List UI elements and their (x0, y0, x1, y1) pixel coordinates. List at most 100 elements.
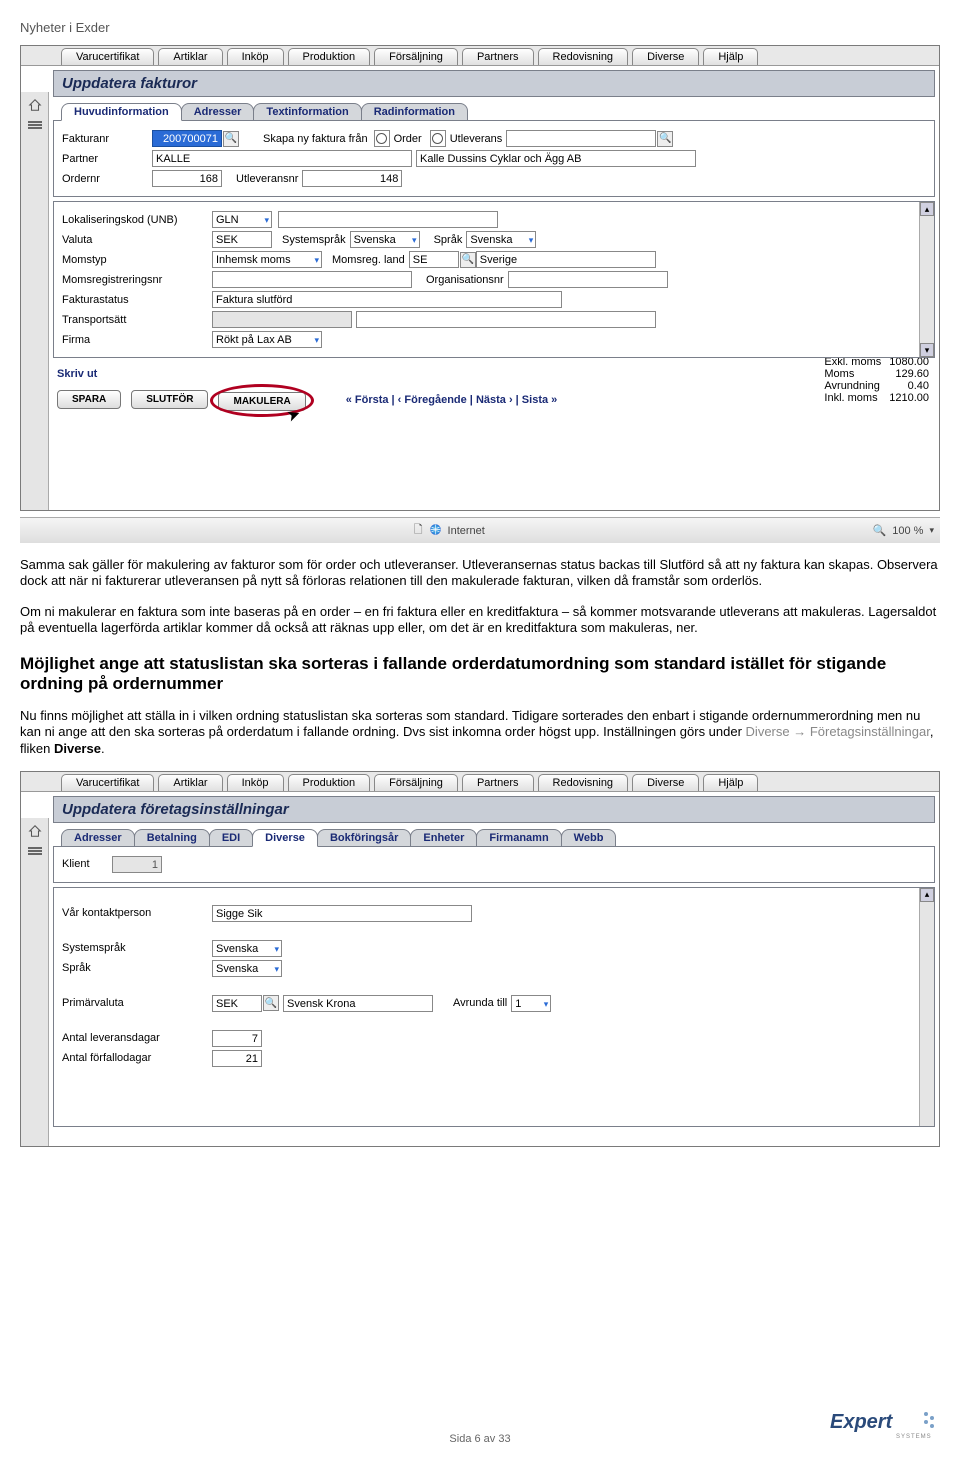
lokaliseringskod-input[interactable] (278, 211, 498, 228)
utleveransnr-input[interactable]: 148 (302, 170, 402, 187)
fakturanr-input[interactable]: 200700071 (152, 130, 222, 147)
menu-produktion[interactable]: Produktion (288, 774, 371, 791)
systemsprak-label: Systemspråk (282, 234, 346, 246)
menu-forsaljning[interactable]: Försäljning (374, 774, 458, 791)
primarvaluta-name: Svensk Krona (283, 995, 433, 1012)
systemsprak-select[interactable]: Svenska (350, 231, 420, 248)
lookup-icon[interactable]: 🔍 (460, 252, 476, 268)
forfallodagar-label: Antal förfallodagar (62, 1052, 212, 1064)
sprak-select[interactable]: Svenska (466, 231, 536, 248)
menu-inkop[interactable]: Inköp (227, 48, 284, 65)
menu-diverse[interactable]: Diverse (632, 48, 699, 65)
paragraph: Om ni makulerar en faktura som inte base… (20, 604, 940, 637)
order-radio[interactable] (374, 130, 390, 147)
momstyp-select[interactable]: Inhemsk moms (212, 251, 322, 268)
tab-enheter[interactable]: Enheter (410, 829, 477, 846)
partner-input[interactable]: KALLE (152, 150, 412, 167)
menu-varucertifikat[interactable]: Varucertifikat (61, 774, 154, 791)
spara-button[interactable]: SPARA (57, 390, 121, 409)
orgnr-input[interactable] (508, 271, 668, 288)
ordernr-label: Ordernr (62, 173, 152, 185)
scroll-up-icon[interactable]: ▴ (920, 888, 934, 902)
momsregnr-input[interactable] (212, 271, 412, 288)
list-icon[interactable] (28, 121, 42, 129)
settings-screenshot: Varucertifikat Artiklar Inköp Produktion… (20, 771, 940, 1147)
momsregland-label: Momsreg. land (332, 254, 405, 266)
menu-diverse[interactable]: Diverse (632, 774, 699, 791)
kontakt-input[interactable]: Sigge Sik (212, 905, 472, 922)
primarvaluta-label: Primärvaluta (62, 997, 212, 1009)
transportsatt-desc (356, 311, 656, 328)
tab-radinformation[interactable]: Radinformation (361, 103, 468, 120)
menu-inkop[interactable]: Inköp (227, 774, 284, 791)
lookup-icon[interactable]: 🔍 (263, 995, 279, 1011)
scroll-down-icon[interactable]: ▾ (920, 343, 934, 357)
firma-select[interactable]: Rökt på Lax AB (212, 331, 322, 348)
menu-hjalp[interactable]: Hjälp (703, 48, 758, 65)
tab-huvudinformation[interactable]: Huvudinformation (61, 103, 182, 121)
avrunda-select[interactable]: 1 (511, 995, 551, 1012)
leveransdagar-input[interactable]: 7 (212, 1030, 262, 1047)
menu-forsaljning[interactable]: Försäljning (374, 48, 458, 65)
tab-edi[interactable]: EDI (209, 829, 253, 846)
globe-icon (429, 523, 442, 539)
menu-hjalp[interactable]: Hjälp (703, 774, 758, 791)
tab-bokforingsar[interactable]: Bokföringsår (317, 829, 411, 846)
doc-heading: Nyheter i Exder (20, 20, 940, 35)
menu-varucertifikat[interactable]: Varucertifikat (61, 48, 154, 65)
home-icon[interactable] (28, 824, 42, 841)
record-nav[interactable]: « Första | ‹ Föregående | Nästa › | Sist… (346, 394, 558, 406)
utleverans-radio[interactable] (430, 130, 446, 147)
menu-produktion[interactable]: Produktion (288, 48, 371, 65)
paragraph: Samma sak gäller för makulering av faktu… (20, 557, 940, 590)
firma-label: Firma (62, 334, 212, 346)
makulera-button[interactable]: MAKULERA (218, 392, 305, 411)
security-icon: 🗋 (414, 521, 423, 540)
menu-artiklar[interactable]: Artiklar (158, 48, 222, 65)
lokaliseringskod-select[interactable]: GLN (212, 211, 272, 228)
tab-betalning[interactable]: Betalning (134, 829, 210, 846)
scrollbar[interactable]: ▴ (919, 888, 934, 1126)
section-title: Uppdatera fakturor (53, 70, 935, 97)
sprak-select[interactable]: Svenska (212, 960, 282, 977)
momsregland-input[interactable]: SE (409, 251, 459, 268)
ordernr-input[interactable]: 168 (152, 170, 222, 187)
section-heading: Möjlighet ange att statuslistan ska sort… (20, 654, 940, 694)
tab-diverse[interactable]: Diverse (252, 829, 318, 847)
tab-webb[interactable]: Webb (561, 829, 617, 846)
lookup-icon[interactable]: 🔍 (223, 131, 239, 147)
valuta-input[interactable]: SEK (212, 231, 272, 248)
transportsatt-input[interactable] (212, 311, 352, 328)
menubar: Varucertifikat Artiklar Inköp Produktion… (21, 46, 939, 66)
menu-partners[interactable]: Partners (462, 48, 534, 65)
left-toolbar (21, 92, 49, 510)
menu-redovisning[interactable]: Redovisning (538, 48, 629, 65)
systemsprak-select[interactable]: Svenska (212, 940, 282, 957)
menu-artiklar[interactable]: Artiklar (158, 774, 222, 791)
forfallodagar-input[interactable]: 21 (212, 1050, 262, 1067)
lokaliseringskod-label: Lokaliseringskod (UNB) (62, 214, 212, 226)
utleveransnr-label: Utleveransnr (236, 173, 298, 185)
skapa-input[interactable] (506, 130, 656, 147)
slutfor-button[interactable]: SLUTFÖR (131, 390, 208, 409)
menu-partners[interactable]: Partners (462, 774, 534, 791)
orgnr-label: Organisationsnr (426, 274, 504, 286)
fakturastatus-input: Faktura slutförd (212, 291, 562, 308)
list-icon[interactable] (28, 847, 42, 855)
lookup-icon[interactable]: 🔍 (657, 131, 673, 147)
menu-redovisning[interactable]: Redovisning (538, 774, 629, 791)
scrollbar[interactable]: ▴ ▾ (919, 202, 934, 357)
tab-textinformation[interactable]: Textinformation (253, 103, 361, 120)
primarvaluta-input[interactable]: SEK (212, 995, 262, 1012)
zoom-dropdown-icon[interactable]: ▾ (929, 525, 934, 536)
partner-name: Kalle Dussins Cyklar och Ägg AB (416, 150, 696, 167)
kontakt-label: Vår kontaktperson (62, 907, 212, 919)
tab-adresser[interactable]: Adresser (61, 829, 135, 846)
scroll-up-icon[interactable]: ▴ (920, 202, 934, 216)
home-icon[interactable] (28, 98, 42, 115)
tab-firmanamn[interactable]: Firmanamn (476, 829, 561, 846)
tab-adresser[interactable]: Adresser (181, 103, 255, 120)
skriv-ut-link[interactable]: Skriv ut (57, 368, 97, 380)
svg-text:SYSTEMS: SYSTEMS (896, 1434, 932, 1440)
zoom-icon[interactable]: 🔍 (873, 524, 887, 537)
